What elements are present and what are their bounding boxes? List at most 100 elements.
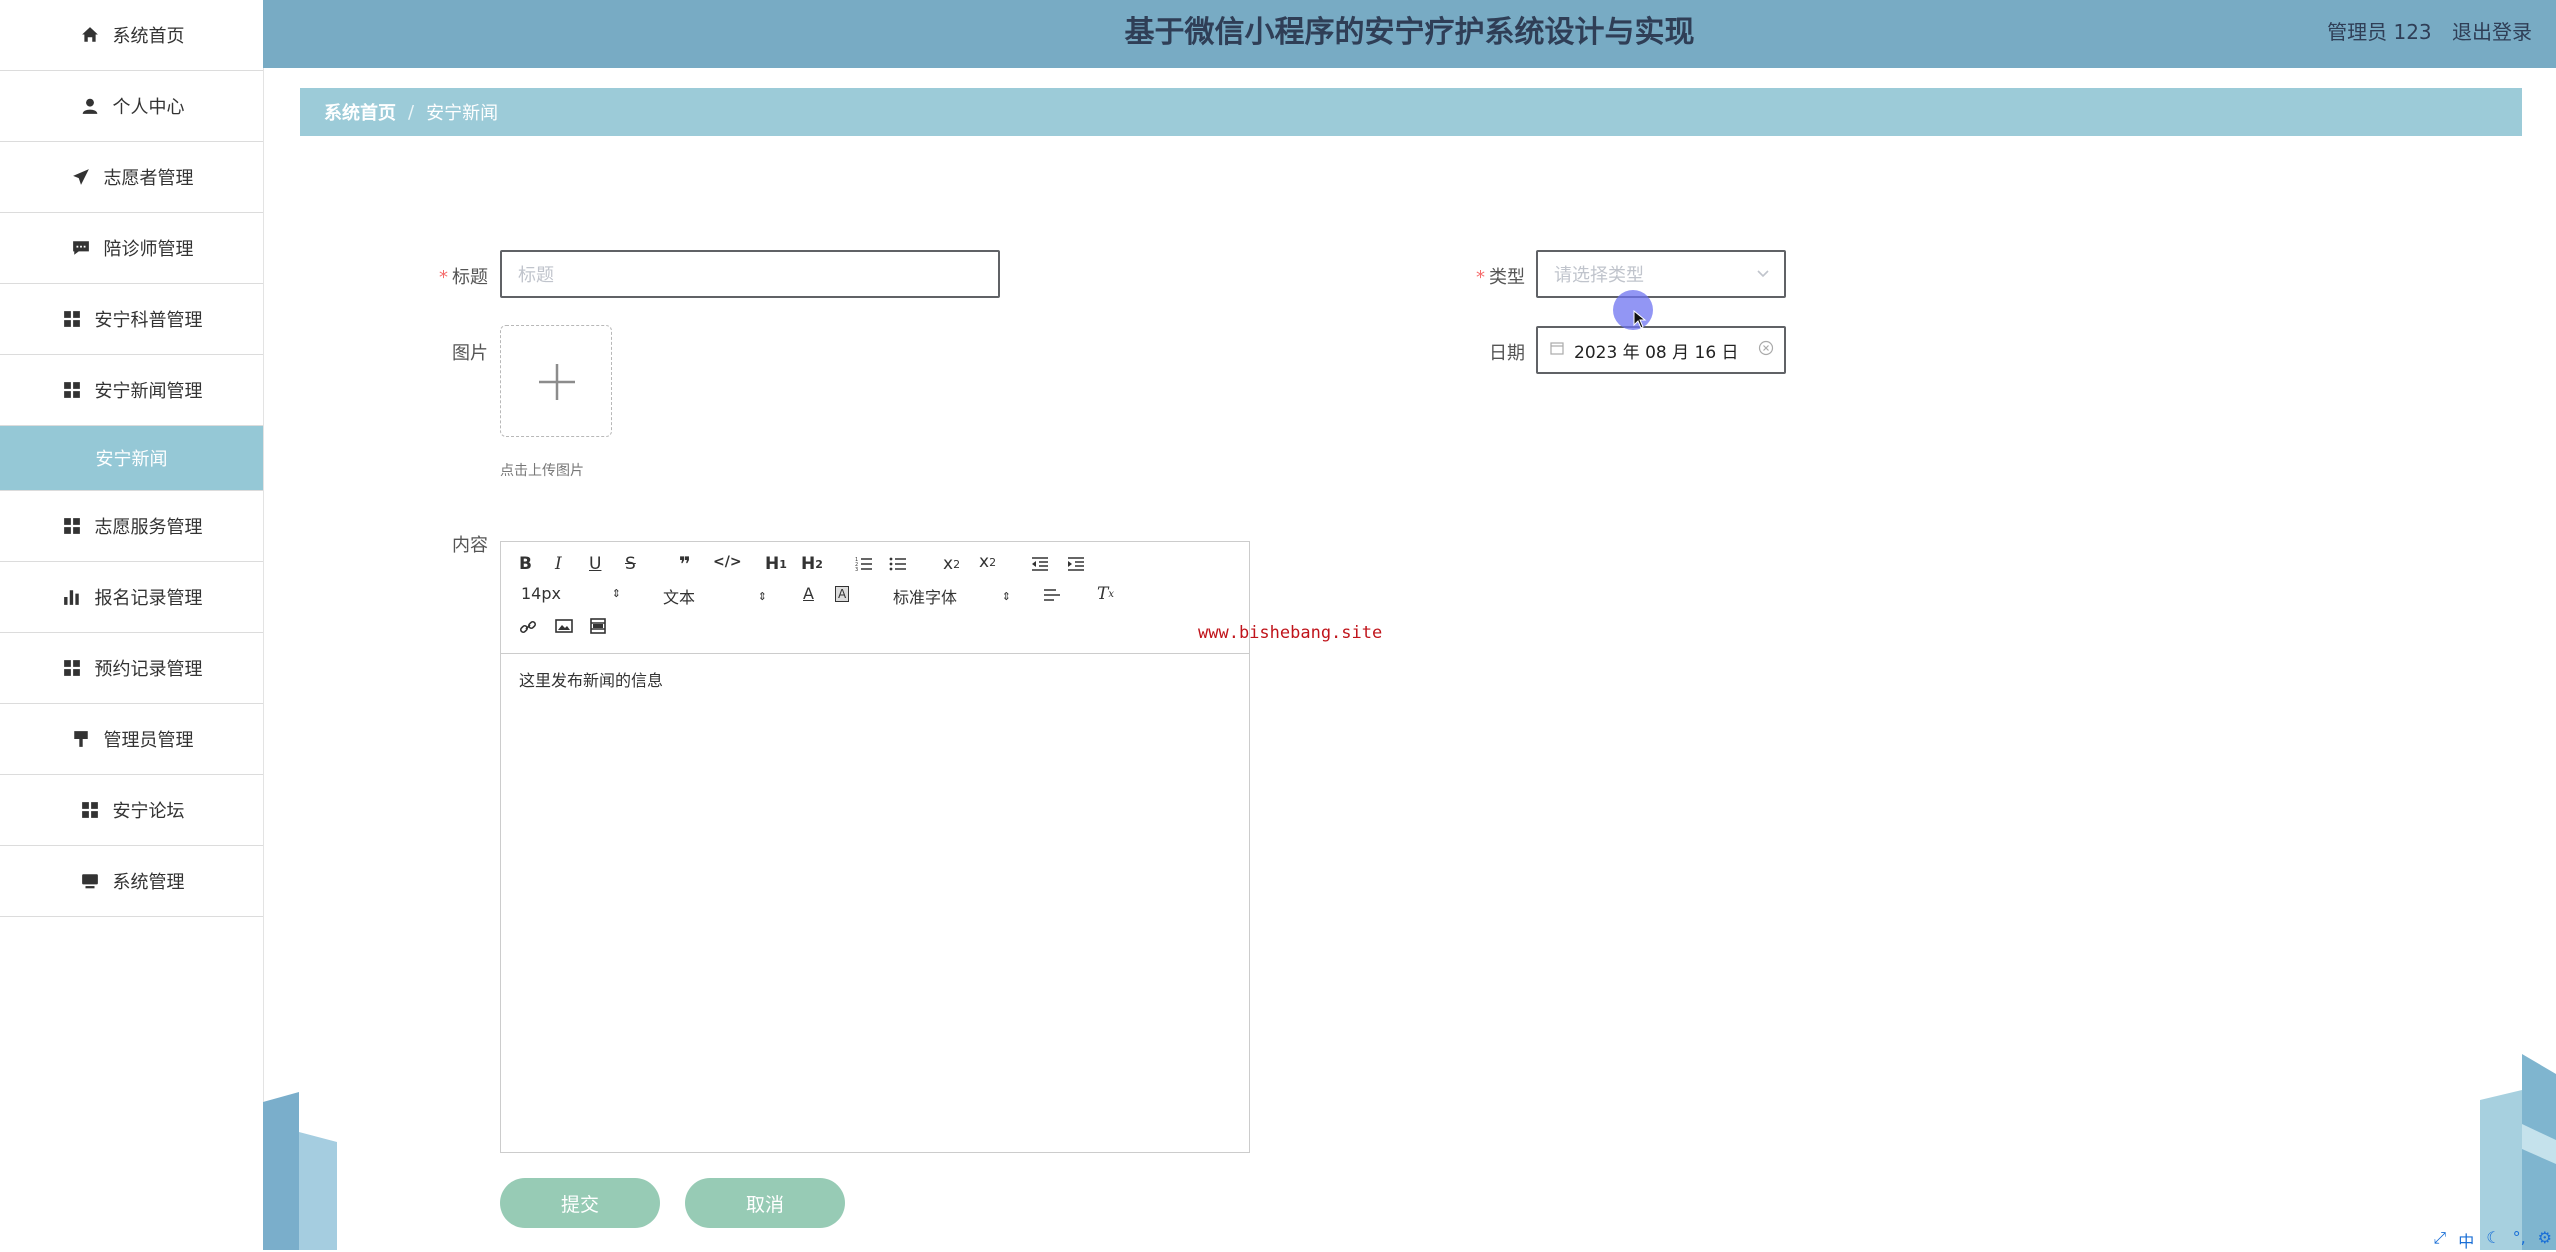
breadcrumb-home[interactable]: 系统首页 <box>324 99 396 125</box>
font-size-select[interactable]: 14px ⇕ <box>521 584 621 603</box>
blockquote-icon[interactable]: ❞ <box>679 552 691 576</box>
background-color-icon[interactable]: A <box>835 586 850 602</box>
breadcrumb-separator: / <box>408 101 415 123</box>
plus-icon <box>539 364 575 400</box>
sidebar-subitem-news[interactable]: 安宁新闻 <box>0 426 263 491</box>
sidebar-item-science[interactable]: 安宁科普管理 <box>0 284 263 355</box>
building-decoration-right <box>2480 1054 2556 1250</box>
upload-hint: 点击上传图片 <box>500 463 584 479</box>
grid-icon <box>79 799 101 821</box>
updown-icon: ⇕ <box>757 589 767 603</box>
sidebar: 系统首页 个人中心 志愿者管理 陪诊师管理 安宁科普管理 安宁新闻管理 安宁新闻… <box>0 0 264 1250</box>
code-block-icon[interactable]: </> <box>713 554 742 570</box>
type-select[interactable]: 请选择类型 <box>1536 250 1786 298</box>
paper-plane-icon <box>70 166 92 188</box>
indent-icon[interactable] <box>1067 556 1085 572</box>
date-value: 2023 年 08 月 16 日 <box>1574 342 1739 363</box>
sidebar-item-label: 系统首页 <box>112 26 185 47</box>
heading1-icon[interactable]: H1 <box>765 554 787 574</box>
clear-icon[interactable] <box>1758 340 1774 361</box>
grid-icon <box>61 308 83 330</box>
superscript-icon[interactable]: x2 <box>979 552 996 572</box>
cancel-button[interactable]: 取消 <box>685 1178 845 1228</box>
moon-icon[interactable]: ☾ <box>2486 1228 2500 1250</box>
font-family-select[interactable]: 标准字体 ⇕ <box>893 584 1011 608</box>
ordered-list-icon[interactable]: 123 <box>855 556 873 572</box>
logout-button[interactable]: 退出登录 <box>2452 20 2532 44</box>
heading2-icon[interactable]: H2 <box>801 554 823 574</box>
title-placeholder: 标题 <box>518 265 554 286</box>
updown-icon: ⇕ <box>1001 589 1011 603</box>
editor-toolbar: B I U S ❞ </> H1 H2 123 x2 x2 14px ⇕ 文本 ⇕ … <box>501 542 1249 654</box>
content-label: 内容 <box>452 535 488 556</box>
italic-icon[interactable]: I <box>555 554 562 574</box>
subscript-icon[interactable]: x2 <box>943 554 960 574</box>
monitor-icon <box>79 870 101 892</box>
sidebar-item-label: 预约记录管理 <box>94 659 203 680</box>
title-input[interactable]: 标题 <box>500 250 1000 298</box>
breadcrumb-current: 安宁新闻 <box>426 103 499 124</box>
sidebar-item-profile[interactable]: 个人中心 <box>0 71 263 142</box>
sidebar-item-service[interactable]: 志愿服务管理 <box>0 491 263 562</box>
strikethrough-icon[interactable]: S <box>625 554 636 574</box>
clear-format-icon[interactable]: Tx <box>1097 584 1114 604</box>
sidebar-item-label: 系统管理 <box>112 872 185 893</box>
editor-content[interactable]: 这里发布新闻的信息 <box>519 667 663 691</box>
grid-icon <box>61 379 83 401</box>
person-icon <box>79 95 101 117</box>
bar-chart-icon <box>61 586 83 608</box>
sidebar-item-label: 个人中心 <box>112 97 185 118</box>
expand-icon[interactable]: ⤢ <box>2433 1228 2446 1250</box>
watermark-text: www.bishebang.site <box>1198 623 1383 643</box>
rich-text-editor: B I U S ❞ </> H1 H2 123 x2 x2 14px ⇕ 文本 ⇕ … <box>500 541 1250 1153</box>
sidebar-item-signup[interactable]: 报名记录管理 <box>0 562 263 633</box>
sidebar-item-label: 报名记录管理 <box>94 588 203 609</box>
date-picker[interactable]: 2023 年 08 月 16 日 <box>1536 326 1786 374</box>
outdent-icon[interactable] <box>1031 556 1049 572</box>
gear-icon[interactable]: ⚙ <box>2538 1228 2552 1250</box>
sidebar-item-news-manage[interactable]: 安宁新闻管理 <box>0 355 263 426</box>
top-header: 基于微信小程序的安宁疗护系统设计与实现 管理员 123 退出登录 <box>263 0 2556 68</box>
sidebar-item-appointment[interactable]: 预约记录管理 <box>0 633 263 704</box>
type-label: * 类型 <box>1476 267 1525 288</box>
brush-icon <box>70 728 92 750</box>
home-icon <box>79 24 101 46</box>
admin-user-label: 管理员 123 <box>2327 20 2432 44</box>
calendar-icon <box>1550 340 1564 360</box>
sidebar-item-volunteer[interactable]: 志愿者管理 <box>0 142 263 213</box>
sidebar-item-label: 志愿服务管理 <box>94 517 203 538</box>
align-left-icon[interactable] <box>1043 588 1061 602</box>
submit-button[interactable]: 提交 <box>500 1178 660 1228</box>
sidebar-item-admin[interactable]: 管理员管理 <box>0 704 263 775</box>
header-select[interactable]: 文本 ⇕ <box>663 584 767 608</box>
bold-icon[interactable]: B <box>519 554 532 574</box>
updown-icon: ⇕ <box>611 587 621 600</box>
svg-text:3: 3 <box>855 567 858 572</box>
sidebar-item-label: 安宁科普管理 <box>94 310 203 331</box>
image-label: 图片 <box>452 343 488 364</box>
underline-icon[interactable]: U <box>589 554 601 574</box>
type-placeholder: 请选择类型 <box>1554 265 1644 286</box>
sidebar-item-label: 安宁新闻管理 <box>94 381 203 402</box>
link-icon[interactable] <box>519 618 537 636</box>
sidebar-item-home[interactable]: 系统首页 <box>0 0 263 71</box>
sidebar-item-label: 安宁新闻 <box>95 449 168 470</box>
ime-language[interactable]: 中 <box>2458 1228 2474 1251</box>
sidebar-item-label: 志愿者管理 <box>103 168 194 189</box>
video-icon[interactable] <box>589 618 607 634</box>
image-upload[interactable] <box>500 325 612 437</box>
sidebar-item-label: 管理员管理 <box>103 730 194 751</box>
sidebar-item-forum[interactable]: 安宁论坛 <box>0 775 263 846</box>
font-color-icon[interactable]: A <box>803 584 814 603</box>
image-icon[interactable] <box>555 618 573 634</box>
sidebar-item-label: 陪诊师管理 <box>103 239 194 260</box>
breadcrumb: 系统首页 / 安宁新闻 <box>300 88 2522 136</box>
sidebar-item-system[interactable]: 系统管理 <box>0 846 263 917</box>
grid-icon <box>61 515 83 537</box>
punctuation-icon[interactable]: °, <box>2513 1228 2526 1250</box>
app-title: 基于微信小程序的安宁疗护系统设计与实现 <box>1124 15 1695 50</box>
sidebar-item-escort[interactable]: 陪诊师管理 <box>0 213 263 284</box>
chat-icon <box>70 237 92 259</box>
ime-toolbar: ⤢ 中 ☾ °, ⚙ <box>2433 1228 2552 1251</box>
bullet-list-icon[interactable] <box>889 556 907 572</box>
